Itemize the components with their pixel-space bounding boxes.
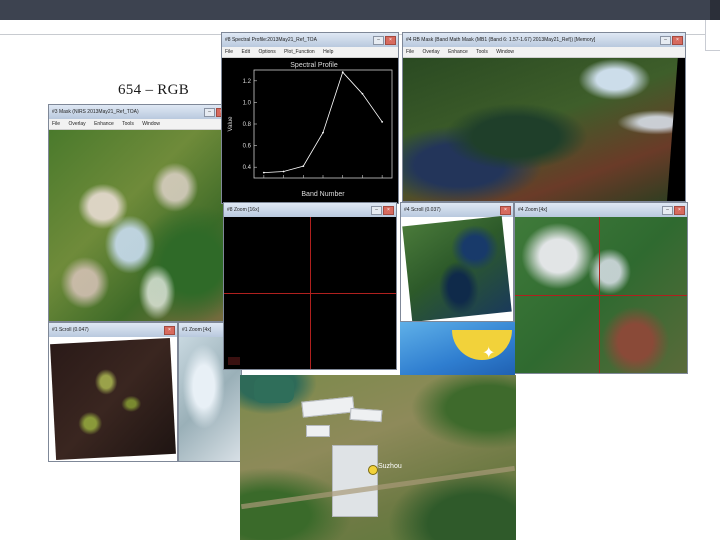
plot-area[interactable]: Spectral Profile 0.4 0.6 0.8 1.0 1.2 Band Nu… (222, 58, 398, 203)
window-title: #1 Zoom [4x] (182, 327, 212, 333)
satellite-image (402, 216, 512, 321)
window-mask-main[interactable]: #3 Mask (NIRS 2013May21_Ref_TOA) –× File… (48, 104, 230, 322)
menu-edit[interactable]: Edit (241, 49, 250, 55)
slide-top-bar-accent (710, 0, 720, 20)
window-zoom-4[interactable]: #4 Zoom [4x] – × (514, 202, 688, 374)
scroll-view[interactable] (401, 216, 513, 321)
building (349, 407, 383, 423)
y-tick-label-4: 1.2 (243, 79, 252, 85)
menu-tools[interactable]: Tools (122, 121, 134, 127)
pond (254, 377, 294, 403)
zoom-view[interactable] (224, 217, 396, 369)
window-titlebar[interactable]: #4 Scroll (0.037) × (401, 203, 513, 217)
no-data-corner (667, 58, 685, 201)
location-pin-icon (368, 465, 378, 475)
satellite-image[interactable] (49, 130, 229, 321)
y-tick-label-3: 1.0 (243, 100, 252, 106)
minimize-icon[interactable]: – (662, 206, 673, 215)
minimize-icon[interactable]: – (660, 36, 671, 45)
menu-overlay[interactable]: Overlay (422, 49, 439, 55)
window-titlebar[interactable]: #8 Spectral Profile:2013May21_Ref_TOA – × (222, 33, 398, 47)
crosshair-horizontal (515, 295, 687, 296)
window-title: #4 Zoom [4x] (518, 207, 548, 213)
chart-title: Spectral Profile (290, 62, 338, 69)
location-label: Suzhou (378, 463, 402, 470)
close-icon[interactable]: × (385, 36, 396, 45)
building (306, 425, 330, 437)
road (240, 465, 516, 510)
crosshair-vertical (310, 217, 311, 369)
building (332, 445, 378, 517)
window-titlebar[interactable]: #4 RB Mask (Band Math Mask (MB1 (Band 6:… (403, 33, 685, 47)
menu-tools[interactable]: Tools (476, 49, 488, 55)
menu-help[interactable]: Help (323, 49, 333, 55)
close-icon[interactable]: × (672, 36, 683, 45)
zoom-pixel-marker (228, 357, 240, 365)
minimize-icon[interactable]: – (204, 108, 215, 117)
window-zoom-8[interactable]: #8 Zoom [16x] – × (223, 202, 397, 370)
slide-top-bar (0, 0, 720, 20)
menu-plot-function[interactable]: Plot_Function (284, 49, 315, 55)
y-tick-label-2: 0.8 (243, 122, 252, 128)
building (301, 396, 355, 418)
menu-options[interactable]: Options (258, 49, 275, 55)
window-titlebar[interactable]: #3 Mask (NIRS 2013May21_Ref_TOA) –× (49, 105, 229, 119)
menu-bar: File Overlay Enhance Tools Window (403, 47, 685, 58)
zoom-view[interactable] (515, 217, 687, 373)
y-axis-ticks: 0.4 0.6 0.8 1.0 1.2 (243, 79, 257, 171)
window-titlebar[interactable]: #1 Scroll (0.047) × (49, 323, 177, 337)
close-icon[interactable]: × (164, 326, 175, 335)
plot-frame (253, 69, 393, 179)
slide-title: 654 – RGB (118, 82, 190, 98)
window-title: #4 RB Mask (Band Math Mask (MB1 (Band 6:… (406, 37, 596, 43)
x-axis-label: Band Number (301, 191, 345, 198)
y-axis-label: Value (228, 116, 234, 132)
window-scroll-1[interactable]: #1 Scroll (0.047) × (48, 322, 178, 462)
close-icon[interactable]: × (674, 206, 685, 215)
window-title: #8 Zoom [16x] (227, 207, 259, 213)
x-axis-ticks (262, 71, 384, 178)
satellite-image (50, 337, 176, 461)
window-titlebar[interactable]: #8 Zoom [16x] – × (224, 203, 396, 217)
window-spectral-profile[interactable]: #8 Spectral Profile:2013May21_Ref_TOA – ×… (221, 32, 399, 204)
menu-overlay[interactable]: Overlay (68, 121, 85, 127)
spectral-line (263, 71, 383, 173)
window-title: #3 Mask (NIRS 2013May21_Ref_TOA) (52, 109, 139, 115)
window-mask-right[interactable]: #4 RB Mask (Band Math Mask (MB1 (Band 6:… (402, 32, 686, 202)
menu-bar: File Edit Options Plot_Function Help (222, 47, 398, 58)
close-icon[interactable]: × (500, 206, 511, 215)
menu-window[interactable]: Window (142, 121, 160, 127)
menu-file[interactable]: File (406, 49, 414, 55)
menu-file[interactable]: File (52, 121, 60, 127)
menu-file[interactable]: File (225, 49, 233, 55)
menu-enhance[interactable]: Enhance (94, 121, 114, 127)
menu-enhance[interactable]: Enhance (448, 49, 468, 55)
slide-corner-decoration (705, 20, 720, 51)
window-scroll-4[interactable]: #4 Scroll (0.037) × (400, 202, 514, 322)
minimize-icon[interactable]: – (373, 36, 384, 45)
spectral-profile-chart: Spectral Profile 0.4 0.6 0.8 1.0 1.2 Band Nu… (228, 62, 393, 198)
minimize-icon[interactable]: – (371, 206, 382, 215)
y-tick-label-0: 0.4 (243, 165, 252, 171)
close-icon[interactable]: × (383, 206, 394, 215)
crosshair-vertical (599, 217, 600, 373)
y-tick-label-1: 0.6 (243, 144, 252, 150)
satellite-image[interactable] (403, 58, 685, 201)
window-title: #4 Scroll (0.037) (404, 207, 441, 213)
window-titlebar[interactable]: #4 Zoom [4x] – × (515, 203, 687, 217)
menu-window[interactable]: Window (496, 49, 514, 55)
window-title: #1 Scroll (0.047) (52, 327, 89, 333)
menu-bar: File Overlay Enhance Tools Window (49, 119, 229, 130)
aerial-photo: Suzhou (240, 375, 516, 540)
scroll-view[interactable] (49, 337, 177, 461)
sparkle-icon: ✦ (482, 345, 496, 362)
window-title: #8 Spectral Profile:2013May21_Ref_TOA (225, 37, 317, 43)
